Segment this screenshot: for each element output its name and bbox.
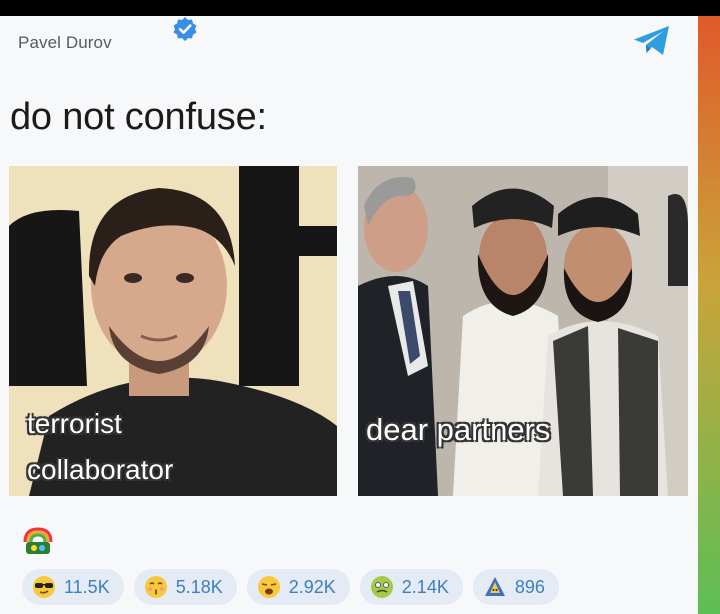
label-collaborator: collaborator — [27, 454, 174, 485]
reactions-bar: 11.5K 5.18K 2.92K 2.14K 896 — [22, 569, 559, 605]
label-dear-partners: dear partners — [366, 412, 551, 447]
nauseated-face-icon — [370, 576, 393, 598]
reaction-count: 2.92K — [288, 576, 336, 597]
portrait-illustration — [9, 166, 337, 496]
reaction-chip[interactable]: 2.92K — [246, 569, 350, 605]
reaction-count: 896 — [514, 576, 545, 597]
top-bar — [0, 0, 720, 16]
post-caption: do not confuse: — [10, 96, 267, 138]
reaction-count: 5.18K — [175, 576, 223, 597]
reaction-chip[interactable]: 11.5K — [22, 569, 124, 605]
reaction-chip[interactable]: 2.14K — [359, 569, 463, 605]
meme-image-right[interactable]: dear partners — [358, 166, 688, 496]
telegram-logo-icon[interactable] — [632, 24, 672, 58]
sunglasses-face-icon — [33, 576, 55, 598]
reaction-chip[interactable]: 5.18K — [133, 569, 237, 605]
right-edge-strip — [698, 16, 720, 614]
kissing-face-icon — [144, 576, 167, 598]
rainbow-avatar-icon[interactable] — [22, 526, 54, 558]
meme-image-left[interactable]: terrorist collaborator — [9, 166, 337, 496]
verified-badge-icon — [173, 17, 197, 41]
reaction-chip[interactable]: 896 — [472, 569, 559, 605]
post-header: Pavel Durov — [18, 30, 112, 56]
label-terrorist: terrorist — [27, 408, 122, 439]
weary-face-icon — [257, 576, 280, 598]
telegram-post: Pavel Durov do not confuse: terrorist co… — [0, 16, 698, 614]
alien-monster-icon — [484, 577, 505, 596]
reaction-count: 11.5K — [64, 576, 110, 597]
author-name[interactable]: Pavel Durov — [18, 33, 112, 53]
reaction-count: 2.14K — [401, 576, 449, 597]
